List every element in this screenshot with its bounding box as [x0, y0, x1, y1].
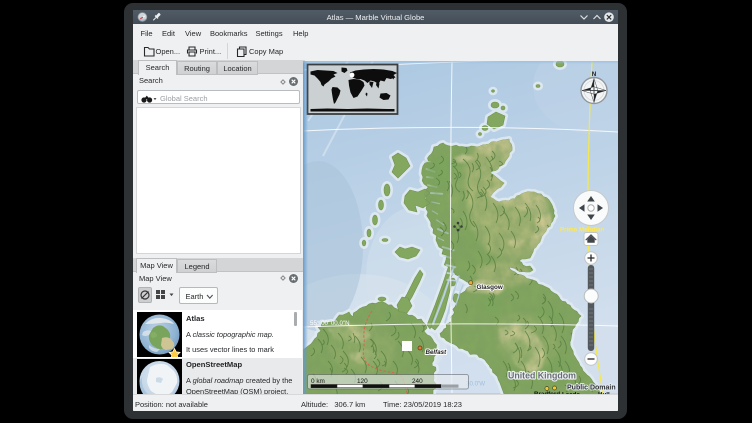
svg-text:Copy Map: Copy Map [249, 47, 283, 56]
svg-text:Bradford: Bradford [534, 391, 560, 394]
svg-text:Open...: Open... [156, 47, 181, 56]
svg-text:240: 240 [412, 378, 423, 385]
svg-text:0 km: 0 km [311, 378, 325, 385]
svg-text:Leeds: Leeds [562, 392, 580, 395]
svg-text:Hull: Hull [598, 392, 610, 395]
svg-text:Belfast: Belfast [426, 349, 448, 356]
svg-text:United Kingdom: United Kingdom [508, 371, 576, 381]
svg-text:Prime Meridian: Prime Meridian [560, 227, 605, 234]
svg-text:55° 00' 00.0"N: 55° 00' 00.0"N [310, 320, 350, 327]
svg-text:Glasgow: Glasgow [477, 284, 503, 291]
svg-text:120: 120 [357, 378, 368, 385]
svg-text:Public Domain: Public Domain [567, 385, 616, 392]
svg-text:Print...: Print... [200, 47, 222, 56]
